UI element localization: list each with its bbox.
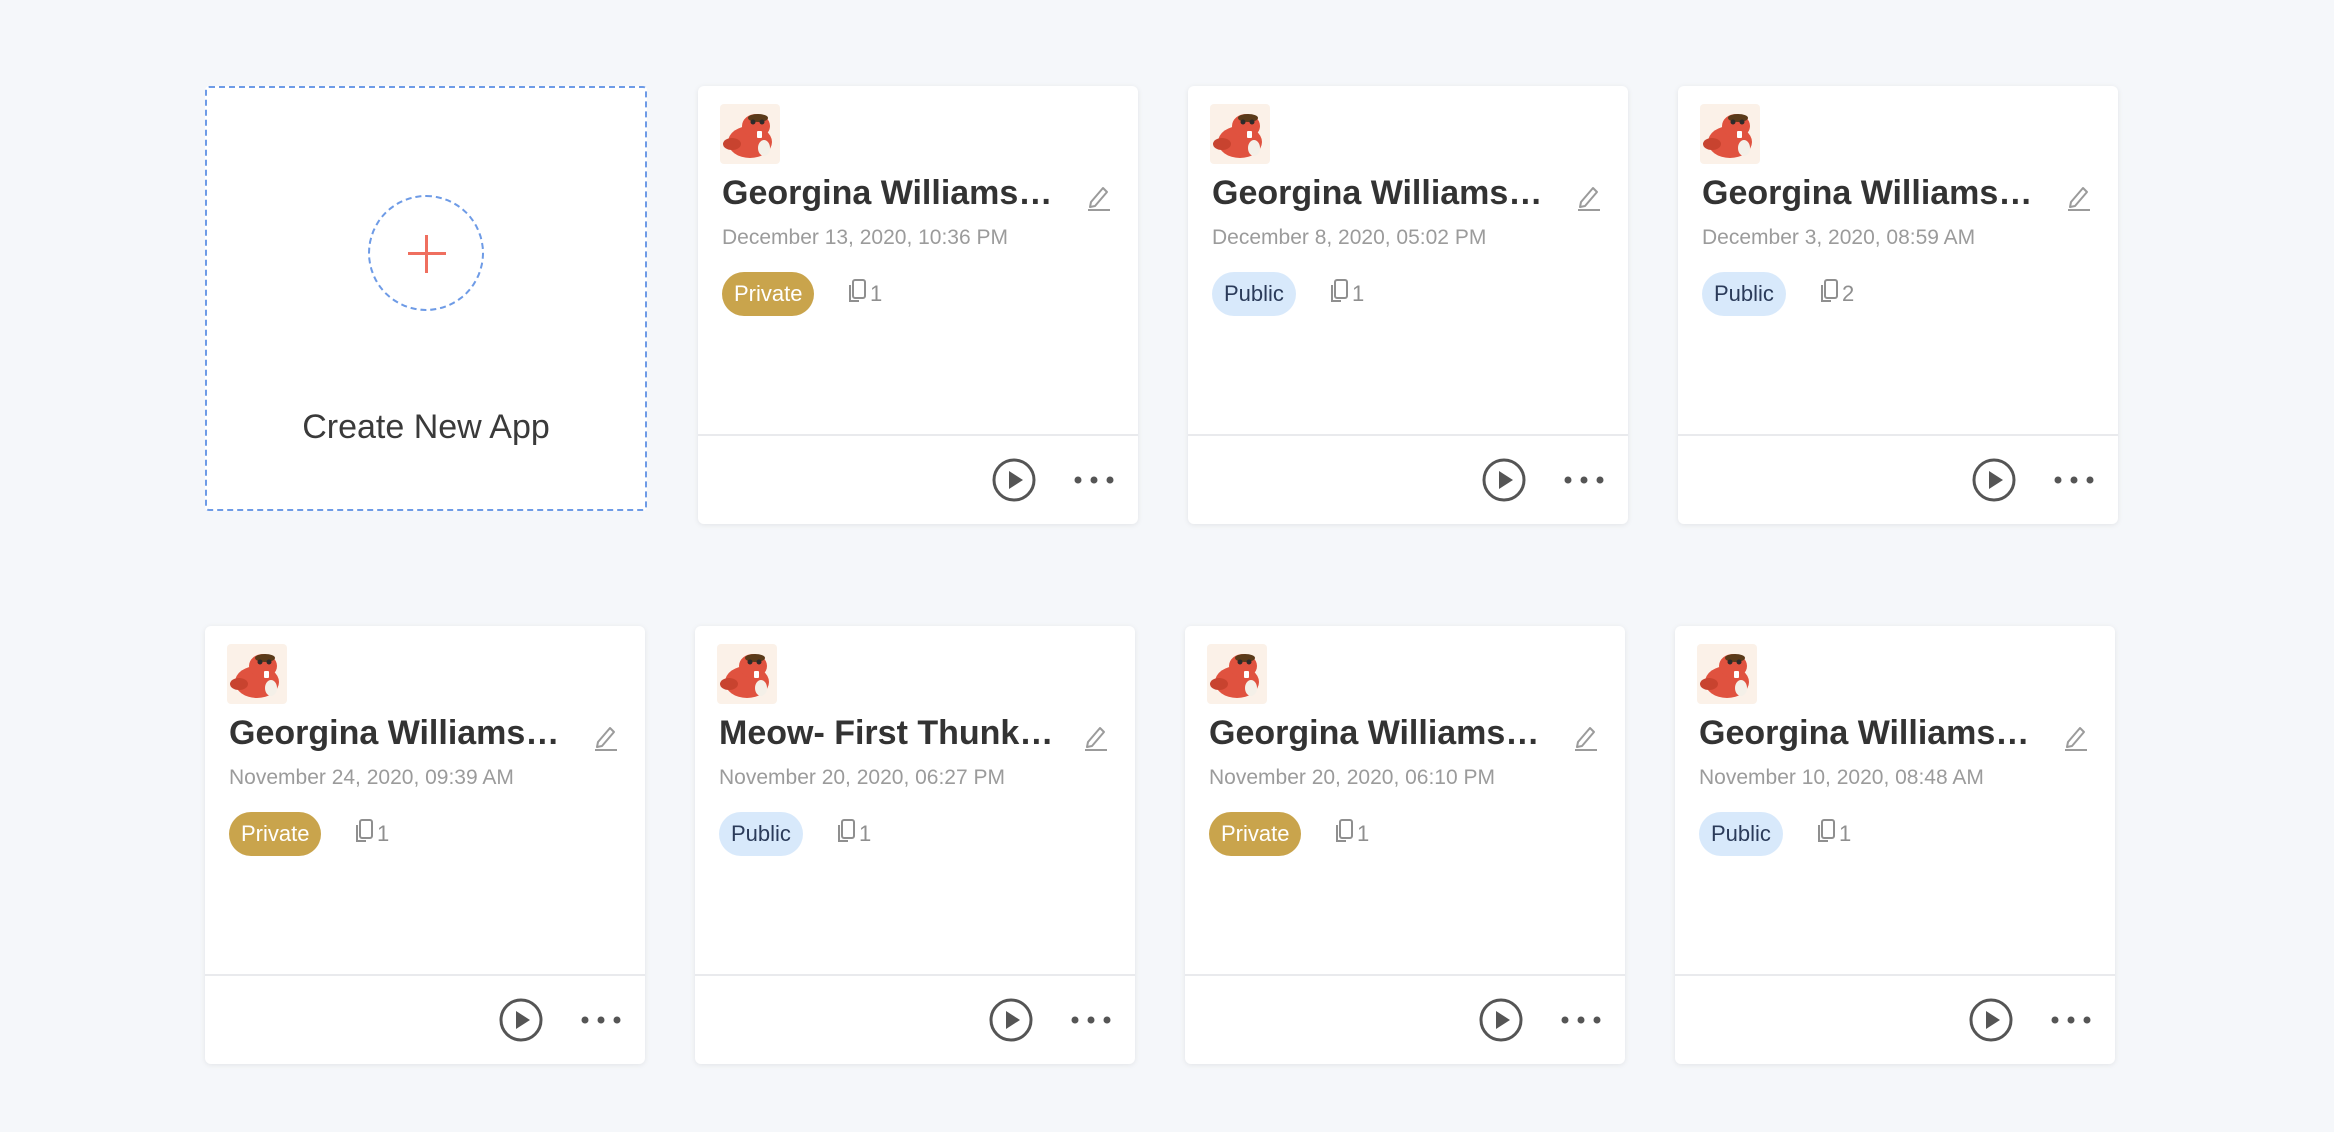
play-icon[interactable] — [1970, 456, 2018, 504]
copy-icon — [1818, 278, 1840, 310]
pencil-icon[interactable] — [2063, 722, 2089, 752]
app-card[interactable]: Georgina Williams- Lan… December 3, 2020… — [1678, 86, 2118, 524]
app-title[interactable]: Georgina Williams- Lan… — [1699, 714, 2039, 753]
copy-count: 1 — [1333, 818, 1370, 850]
copy-icon — [1333, 818, 1355, 850]
card-footer — [1185, 974, 1625, 1064]
app-card[interactable]: Meow- First Thunkable… November 20, 2020… — [695, 626, 1135, 1064]
more-horizontal-icon[interactable] — [2050, 456, 2098, 504]
plus-icon[interactable] — [368, 195, 484, 311]
app-card[interactable]: Georgina Williams- Lan… November 10, 202… — [1675, 626, 2115, 1064]
copy-count-value: 1 — [377, 821, 390, 846]
more-horizontal-icon[interactable] — [1070, 456, 1118, 504]
play-icon[interactable] — [497, 996, 545, 1044]
copy-icon — [353, 818, 375, 850]
card-footer — [1188, 434, 1628, 524]
beaver-avatar-icon — [1210, 104, 1270, 164]
play-icon[interactable] — [987, 996, 1035, 1044]
app-title[interactable]: Meow- First Thunkable… — [719, 714, 1059, 753]
copy-count: 1 — [353, 818, 390, 850]
app-title[interactable]: Georgina Williams- Lan… — [1212, 174, 1552, 213]
copy-count-value: 1 — [1839, 821, 1852, 846]
beaver-avatar-icon — [720, 104, 780, 164]
copy-count: 2 — [1818, 278, 1855, 310]
visibility-badge: Public — [1212, 272, 1296, 316]
visibility-badge: Public — [719, 812, 803, 856]
card-footer — [695, 974, 1135, 1064]
pencil-icon[interactable] — [1573, 722, 1599, 752]
pencil-icon[interactable] — [1576, 182, 1602, 212]
copy-count-value: 1 — [1352, 281, 1365, 306]
visibility-badge: Private — [722, 272, 815, 316]
pencil-icon[interactable] — [593, 722, 619, 752]
copy-count: 1 — [1328, 278, 1365, 310]
card-footer — [698, 434, 1138, 524]
app-card[interactable]: Georgina Williams- Lan… November 20, 202… — [1185, 626, 1625, 1064]
beaver-avatar-icon — [717, 644, 777, 704]
apps-grid: Create New App Georgina Williams- Lan… D… — [0, 0, 2334, 1132]
copy-count-value: 1 — [870, 281, 883, 306]
card-footer — [1678, 434, 2118, 524]
beaver-avatar-icon — [227, 644, 287, 704]
app-date: November 20, 2020, 06:10 PM — [1209, 766, 1496, 789]
play-icon[interactable] — [1477, 996, 1525, 1044]
create-new-app-card[interactable]: Create New App — [205, 86, 647, 511]
app-date: December 8, 2020, 05:02 PM — [1212, 226, 1487, 249]
visibility-badge: Public — [1699, 812, 1783, 856]
app-title[interactable]: Georgina Williams- Lan… — [1209, 714, 1549, 753]
app-card[interactable]: Georgina Williams- Lan… November 24, 202… — [205, 626, 645, 1064]
copy-count-value: 2 — [1842, 281, 1855, 306]
pencil-icon[interactable] — [2066, 182, 2092, 212]
beaver-avatar-icon — [1697, 644, 1757, 704]
app-title[interactable]: Georgina Williams- Lan… — [722, 174, 1062, 213]
card-footer — [205, 974, 645, 1064]
copy-icon — [1328, 278, 1350, 310]
beaver-avatar-icon — [1207, 644, 1267, 704]
app-date: November 24, 2020, 09:39 AM — [229, 766, 514, 789]
copy-count: 1 — [835, 818, 872, 850]
play-icon[interactable] — [1480, 456, 1528, 504]
app-title[interactable]: Georgina Williams- Lan… — [229, 714, 569, 753]
visibility-badge: Public — [1702, 272, 1786, 316]
play-icon[interactable] — [1967, 996, 2015, 1044]
card-footer — [1675, 974, 2115, 1064]
visibility-badge: Private — [1209, 812, 1302, 856]
app-date: November 10, 2020, 08:48 AM — [1699, 766, 1984, 789]
app-card[interactable]: Georgina Williams- Lan… December 8, 2020… — [1188, 86, 1628, 524]
pencil-icon[interactable] — [1083, 722, 1109, 752]
copy-icon — [835, 818, 857, 850]
copy-count-value: 1 — [1357, 821, 1370, 846]
copy-icon — [846, 278, 868, 310]
copy-icon — [1815, 818, 1837, 850]
app-card[interactable]: Georgina Williams- Lan… December 13, 202… — [698, 86, 1138, 524]
pencil-icon[interactable] — [1086, 182, 1112, 212]
more-horizontal-icon[interactable] — [577, 996, 625, 1044]
create-new-app-label: Create New App — [302, 408, 550, 446]
app-date: December 13, 2020, 10:36 PM — [722, 226, 1009, 249]
app-date: November 20, 2020, 06:27 PM — [719, 766, 1006, 789]
play-icon[interactable] — [990, 456, 1038, 504]
copy-count-value: 1 — [859, 821, 872, 846]
more-horizontal-icon[interactable] — [1560, 456, 1608, 504]
more-horizontal-icon[interactable] — [1557, 996, 1605, 1044]
beaver-avatar-icon — [1700, 104, 1760, 164]
app-date: December 3, 2020, 08:59 AM — [1702, 226, 1976, 249]
visibility-badge: Private — [229, 812, 322, 856]
more-horizontal-icon[interactable] — [1067, 996, 1115, 1044]
more-horizontal-icon[interactable] — [2047, 996, 2095, 1044]
copy-count: 1 — [846, 278, 883, 310]
copy-count: 1 — [1815, 818, 1852, 850]
app-title[interactable]: Georgina Williams- Lan… — [1702, 174, 2042, 213]
